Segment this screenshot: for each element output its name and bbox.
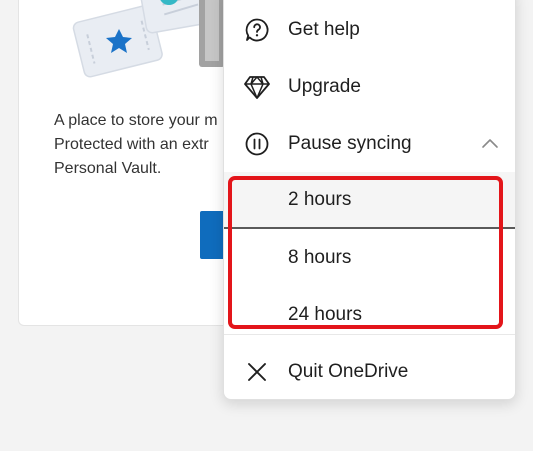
- menu-item-upgrade[interactable]: Upgrade: [224, 58, 515, 115]
- menu-item-label: Quit OneDrive: [288, 360, 409, 382]
- diamond-icon: [242, 72, 272, 102]
- menu-item-pause-syncing[interactable]: Pause syncing: [224, 115, 515, 172]
- pause-option-label: 8 hours: [288, 246, 352, 268]
- vault-description-line: Protected with an extr: [54, 136, 209, 153]
- chevron-up-icon[interactable]: [481, 133, 499, 155]
- vault-description-line: A place to store your m: [54, 112, 218, 129]
- vault-description-line: Personal Vault.: [54, 160, 162, 177]
- pause-option-2-hours[interactable]: 2 hours: [224, 172, 515, 229]
- pause-circle-icon: [242, 129, 272, 159]
- menu-item-label: Get help: [288, 18, 360, 40]
- pause-option-label: 2 hours: [288, 188, 352, 210]
- close-icon: [242, 357, 272, 387]
- pause-option-label: 24 hours: [288, 303, 362, 325]
- menu-item-get-help[interactable]: Get help: [224, 1, 515, 58]
- menu-item-label: Upgrade: [288, 75, 361, 97]
- help-circle-icon: [242, 15, 272, 45]
- vault-description: A place to store your m Protected with a…: [54, 109, 234, 181]
- menu-item-label: Pause syncing: [288, 132, 412, 154]
- pause-option-8-hours[interactable]: 8 hours: [224, 229, 515, 286]
- menu-item-quit-onedrive[interactable]: Quit OneDrive: [224, 343, 515, 399]
- menu-divider: [224, 334, 515, 335]
- onedrive-settings-menu: Get help Upgrade Pause syncing 2 hours 8…: [223, 0, 516, 400]
